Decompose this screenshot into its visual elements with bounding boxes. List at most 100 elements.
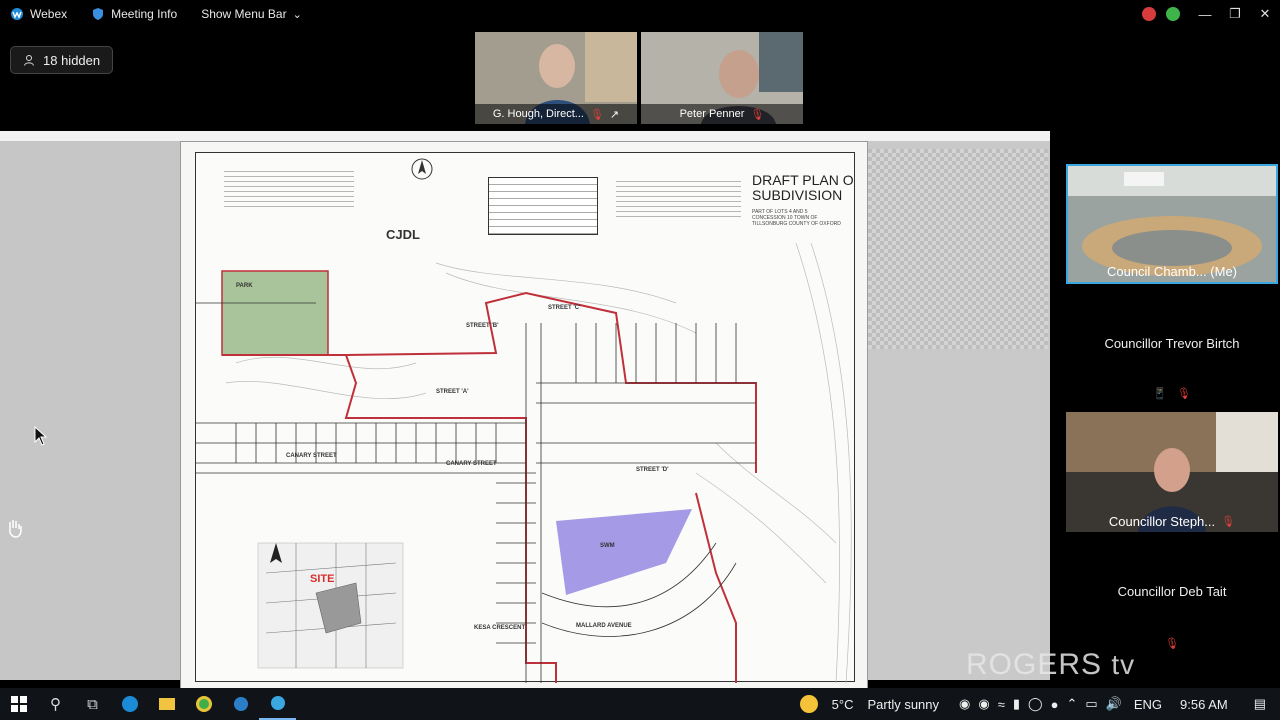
participant-tile-deb-tait[interactable]: Councillor Deb Tait 🎙 [1066, 536, 1278, 656]
plan-sheet: CJDL DRAFT PLAN O SUBDIVISION PART OF LO… [195, 152, 855, 683]
meeting-info-label: Meeting Info [111, 7, 178, 21]
windows-logo-icon [10, 696, 27, 712]
restore-icon[interactable]: ❐ [1220, 6, 1250, 22]
webex-meeting-taskbar-icon[interactable] [259, 688, 296, 720]
street-label: STREET 'D' [636, 467, 669, 473]
street-label: MALLARD AVENUE [576, 623, 632, 629]
info-table [488, 177, 598, 235]
language-indicator[interactable]: ENG [1134, 697, 1162, 712]
park-label: PARK [236, 283, 253, 289]
record-status-icon [1142, 7, 1156, 21]
edge-browser-icon[interactable] [111, 688, 148, 720]
plan-title-line2: SUBDIVISION [752, 187, 843, 203]
self-video-tile[interactable]: Council Chamb... (Me) [1066, 164, 1278, 284]
windows-taskbar: ⚲ ⧉ 5°C Partly sunny ◉ ◉ ≈ ▮ ◯ ● ⌃ ▭ 🔊 E… [0, 688, 1280, 720]
street-label: STREET 'A' [436, 389, 469, 395]
mic-muted-icon: 🎙 [1176, 388, 1191, 400]
plan-notes-right [616, 177, 741, 217]
show-menu-bar-button[interactable]: Show Menu Bar ⌄ [201, 7, 302, 21]
top-bar: Webex Meeting Info Show Menu Bar ⌄ — ❐ ✕ [0, 0, 1280, 28]
video-label: G. Hough, Direct... 🎙 ↗ [475, 104, 637, 124]
north-arrow-icon [411, 158, 433, 180]
partly-sunny-icon [799, 695, 818, 713]
subdivision-plan-drawing [196, 243, 852, 683]
usb-icon[interactable]: ▮ [1013, 696, 1020, 712]
participant-name: Peter Penner [679, 108, 745, 120]
participant-name: G. Hough, Direct... [492, 108, 584, 120]
security-icon[interactable]: ◯ [1028, 696, 1043, 712]
start-button[interactable] [0, 688, 37, 720]
transparent-area [840, 149, 1048, 349]
task-view-icon[interactable]: ⧉ [74, 688, 111, 720]
temperature: 5°C [831, 696, 854, 712]
weather-widget[interactable]: 5°C Partly sunny [792, 695, 939, 713]
webex-menu[interactable]: Webex [10, 7, 67, 21]
share-margin [0, 141, 180, 680]
phone-icon: 📱 [1153, 388, 1167, 400]
street-label: CANARY STREET [286, 453, 337, 459]
window-controls: — ❐ ✕ [1142, 0, 1280, 28]
street-label: CANARY STREET [446, 461, 497, 467]
participant-name: Councillor Deb Tait [1117, 584, 1227, 599]
participant-label: Councillor Steph... 🎙 [1066, 510, 1278, 532]
notifications-icon[interactable]: ▤ [1254, 696, 1266, 712]
search-icon[interactable]: ⚲ [37, 688, 74, 720]
plan-subtitle: PART OF LOTS 4 AND 5 CONCESSION 10 TOWN … [752, 209, 841, 227]
plan-title-line1: DRAFT PLAN O [752, 172, 854, 188]
minimize-icon[interactable]: — [1190, 7, 1220, 22]
watermark-brand: ROGERS [966, 648, 1103, 681]
webex-taskbar-icon[interactable] [222, 688, 259, 720]
show-menu-bar-label: Show Menu Bar [201, 7, 287, 21]
hidden-count-label: 18 hidden [43, 52, 101, 68]
tray-app-icon[interactable]: ◉ [959, 696, 970, 712]
shield-icon [93, 8, 104, 20]
participant-panel: Council Chamb... (Me) Councillor Trevor … [1062, 162, 1280, 660]
participant-name: Councillor Steph... [1108, 513, 1216, 529]
volume-icon[interactable]: 🔊 [1106, 696, 1122, 712]
watermark-suffix: tv [1111, 649, 1136, 680]
shared-screen[interactable]: CJDL DRAFT PLAN O SUBDIVISION PART OF LO… [0, 131, 1050, 690]
swm-label: SWM [600, 543, 615, 549]
connection-status-icon [1166, 7, 1180, 21]
weather-text: Partly sunny [867, 696, 940, 712]
chevron-down-icon: ⌄ [292, 8, 302, 21]
site-label: SITE [310, 573, 335, 585]
network-tray-icon[interactable]: ≈ [998, 697, 1005, 712]
meeting-info-button[interactable]: Meeting Info [91, 7, 177, 21]
app-name: Webex [30, 7, 68, 21]
mic-muted-icon: 🎙 [750, 108, 765, 121]
participant-name: Councillor Trevor Birtch [1104, 336, 1240, 351]
participant-status: 📱 🎙 [1066, 387, 1278, 400]
self-label: Council Chamb... (Me) [1106, 263, 1238, 279]
participant-tile-trevor-birtch[interactable]: Councillor Trevor Birtch 📱 🎙 [1066, 288, 1278, 408]
tray-app-icon[interactable]: ◉ [978, 696, 989, 712]
firm-logo: CJDL [386, 227, 420, 242]
mouse-cursor-icon [34, 426, 48, 446]
chrome-icon[interactable] [185, 688, 222, 720]
plan-notes [224, 167, 354, 211]
street-label: STREET 'C' [548, 305, 581, 311]
mic-muted-icon: 🎙 [1221, 515, 1236, 528]
broadcaster-watermark: ROGERS tv [966, 648, 1135, 682]
video-tile-g-hough[interactable]: G. Hough, Direct... 🎙 ↗ [475, 32, 637, 124]
display-icon[interactable]: ▭ [1085, 696, 1097, 712]
webex-logo-icon [11, 8, 23, 20]
street-label: STREET 'B' [466, 323, 499, 329]
show-hidden-icons[interactable]: ⌃ [1066, 696, 1077, 712]
key-map [257, 542, 404, 669]
plan-title: DRAFT PLAN O SUBDIVISION [752, 173, 854, 203]
share-icon: ↗ [609, 108, 620, 121]
close-icon[interactable]: ✕ [1250, 6, 1280, 22]
hidden-participants-button[interactable]: 18 hidden [10, 46, 114, 74]
video-label: Peter Penner 🎙 [641, 104, 803, 124]
raise-hand-icon[interactable] [6, 518, 24, 538]
street-label: KESA CRESCENT [474, 625, 526, 631]
participant-tile-councillor-steph[interactable]: Councillor Steph... 🎙 [1066, 412, 1278, 532]
file-explorer-icon[interactable] [148, 688, 185, 720]
video-tile-peter-penner[interactable]: Peter Penner 🎙 [641, 32, 803, 124]
mic-tray-icon[interactable]: ● [1051, 697, 1059, 712]
mic-muted-icon: 🎙 [589, 108, 604, 121]
clock[interactable]: 9:56 AM [1180, 697, 1228, 712]
person-icon [24, 55, 34, 66]
system-tray: 5°C Partly sunny ◉ ◉ ≈ ▮ ◯ ● ⌃ ▭ 🔊 ENG 9… [792, 688, 1280, 720]
